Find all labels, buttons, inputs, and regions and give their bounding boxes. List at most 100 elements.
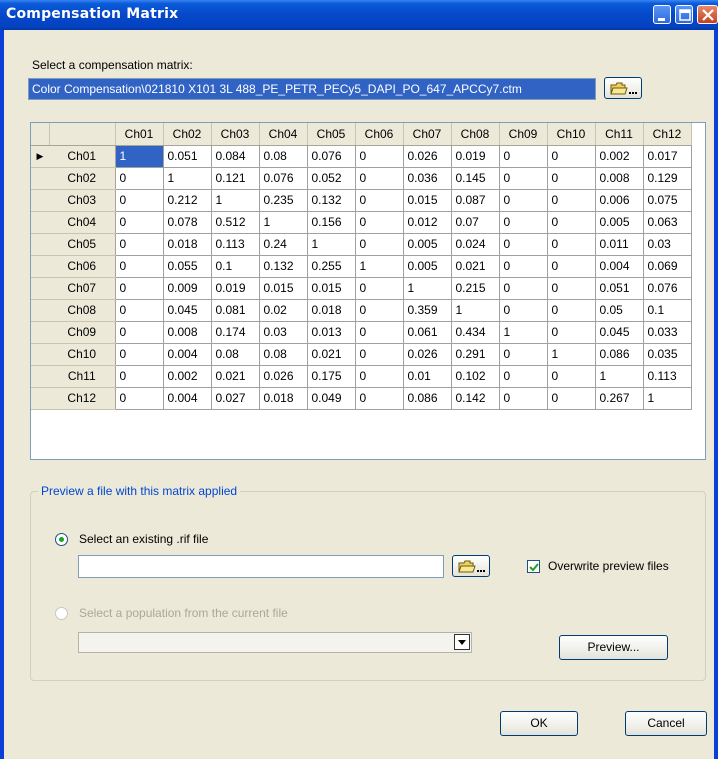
rif-file-input[interactable] <box>78 555 444 578</box>
overwrite-preview-checkbox[interactable] <box>527 560 540 573</box>
row-header[interactable]: Ch10 <box>49 343 116 366</box>
cancel-button[interactable]: Cancel <box>625 711 707 736</box>
matrix-cell[interactable]: 0 <box>499 365 548 388</box>
matrix-cell[interactable]: 1 <box>115 145 164 168</box>
matrix-cell[interactable]: 0 <box>547 211 596 234</box>
matrix-cell[interactable]: 0.035 <box>643 343 692 366</box>
matrix-cell[interactable]: 0.002 <box>595 145 644 168</box>
matrix-cell[interactable]: 0.002 <box>163 365 212 388</box>
matrix-cell[interactable]: 0.018 <box>259 387 308 410</box>
matrix-cell[interactable]: 0 <box>115 365 164 388</box>
title-bar[interactable]: Compensation Matrix <box>0 0 718 30</box>
matrix-cell[interactable]: 0 <box>547 321 596 344</box>
matrix-cell[interactable]: 0.005 <box>403 233 452 256</box>
matrix-cell[interactable]: 0 <box>547 167 596 190</box>
row-selector[interactable] <box>31 189 49 212</box>
matrix-cell[interactable]: 0.021 <box>451 255 500 278</box>
matrix-cell[interactable]: 1 <box>403 277 452 300</box>
row-header[interactable]: Ch02 <box>49 167 116 190</box>
matrix-cell[interactable]: 0.07 <box>451 211 500 234</box>
matrix-cell[interactable]: 0 <box>499 189 548 212</box>
matrix-cell[interactable]: 0.267 <box>595 387 644 410</box>
matrix-cell[interactable]: 0.017 <box>643 145 692 168</box>
matrix-cell[interactable]: 0 <box>499 299 548 322</box>
matrix-cell[interactable]: 0.076 <box>643 277 692 300</box>
matrix-cell[interactable]: 0 <box>355 145 404 168</box>
matrix-cell[interactable]: 1 <box>547 343 596 366</box>
matrix-cell[interactable]: 0 <box>355 365 404 388</box>
row-selector[interactable] <box>31 211 49 234</box>
preview-button[interactable]: Preview... <box>559 635 668 660</box>
matrix-cell[interactable]: 0.033 <box>643 321 692 344</box>
matrix-cell[interactable]: 0.05 <box>595 299 644 322</box>
matrix-cell[interactable]: 0.027 <box>211 387 260 410</box>
matrix-cell[interactable]: 0 <box>115 233 164 256</box>
matrix-cell[interactable]: 0.018 <box>163 233 212 256</box>
matrix-cell[interactable]: 0.1 <box>211 255 260 278</box>
close-button[interactable] <box>697 5 718 24</box>
matrix-cell[interactable]: 0 <box>115 211 164 234</box>
matrix-cell[interactable]: 0 <box>499 343 548 366</box>
matrix-cell[interactable]: 0.113 <box>643 365 692 388</box>
matrix-cell[interactable]: 0.015 <box>307 277 356 300</box>
matrix-cell[interactable]: 1 <box>163 167 212 190</box>
matrix-cell[interactable]: 0.049 <box>307 387 356 410</box>
matrix-cell[interactable]: 0.1 <box>643 299 692 322</box>
column-header[interactable]: Ch10 <box>547 123 596 146</box>
matrix-cell[interactable]: 0 <box>499 387 548 410</box>
rif-browse-button[interactable] <box>452 555 490 577</box>
row-selector[interactable]: ▶ <box>31 145 49 168</box>
matrix-cell[interactable]: 0.132 <box>259 255 308 278</box>
matrix-cell[interactable]: 0 <box>115 277 164 300</box>
matrix-cell[interactable]: 0.512 <box>211 211 260 234</box>
matrix-cell[interactable]: 0.005 <box>595 211 644 234</box>
row-selector[interactable] <box>31 277 49 300</box>
matrix-cell[interactable]: 0.212 <box>163 189 212 212</box>
row-selector[interactable] <box>31 233 49 256</box>
matrix-cell[interactable]: 0.026 <box>259 365 308 388</box>
matrix-cell[interactable]: 0 <box>499 255 548 278</box>
matrix-cell[interactable]: 0.087 <box>451 189 500 212</box>
matrix-cell[interactable]: 0.024 <box>451 233 500 256</box>
matrix-cell[interactable]: 0 <box>355 211 404 234</box>
matrix-cell[interactable]: 0.051 <box>595 277 644 300</box>
matrix-cell[interactable]: 0 <box>115 167 164 190</box>
matrix-cell[interactable]: 0.019 <box>211 277 260 300</box>
matrix-cell[interactable]: 0.004 <box>163 343 212 366</box>
matrix-cell[interactable]: 0.142 <box>451 387 500 410</box>
matrix-cell[interactable]: 0.019 <box>451 145 500 168</box>
maximize-button[interactable] <box>675 5 693 24</box>
matrix-cell[interactable]: 1 <box>499 321 548 344</box>
column-header[interactable]: Ch01 <box>115 123 164 146</box>
ok-button[interactable]: OK <box>500 711 578 736</box>
matrix-cell[interactable]: 0 <box>355 167 404 190</box>
matrix-cell[interactable]: 0.08 <box>211 343 260 366</box>
matrix-cell[interactable]: 1 <box>355 255 404 278</box>
matrix-cell[interactable]: 0.235 <box>259 189 308 212</box>
matrix-cell[interactable]: 0.075 <box>643 189 692 212</box>
matrix-cell[interactable]: 0 <box>355 189 404 212</box>
matrix-cell[interactable]: 0 <box>115 189 164 212</box>
matrix-cell[interactable]: 0.052 <box>307 167 356 190</box>
existing-file-radio[interactable] <box>55 533 68 546</box>
matrix-cell[interactable]: 0 <box>355 233 404 256</box>
matrix-cell[interactable]: 0.076 <box>307 145 356 168</box>
matrix-cell[interactable]: 0.076 <box>259 167 308 190</box>
row-selector[interactable] <box>31 365 49 388</box>
matrix-cell[interactable]: 0 <box>547 145 596 168</box>
row-header[interactable]: Ch04 <box>49 211 116 234</box>
matrix-cell[interactable]: 0.036 <box>403 167 452 190</box>
row-selector[interactable] <box>31 167 49 190</box>
matrix-cell[interactable]: 0 <box>547 255 596 278</box>
matrix-cell[interactable]: 0 <box>355 343 404 366</box>
matrix-cell[interactable]: 0.015 <box>259 277 308 300</box>
matrix-cell[interactable]: 0.026 <box>403 145 452 168</box>
matrix-cell[interactable]: 0 <box>547 233 596 256</box>
row-header[interactable]: Ch12 <box>49 387 116 410</box>
matrix-cell[interactable]: 0.061 <box>403 321 452 344</box>
row-selector[interactable] <box>31 387 49 410</box>
existing-file-radio-label[interactable]: Select an existing .rif file <box>79 532 208 546</box>
matrix-cell[interactable]: 0 <box>355 277 404 300</box>
matrix-cell[interactable]: 0.081 <box>211 299 260 322</box>
column-header[interactable]: Ch12 <box>643 123 692 146</box>
